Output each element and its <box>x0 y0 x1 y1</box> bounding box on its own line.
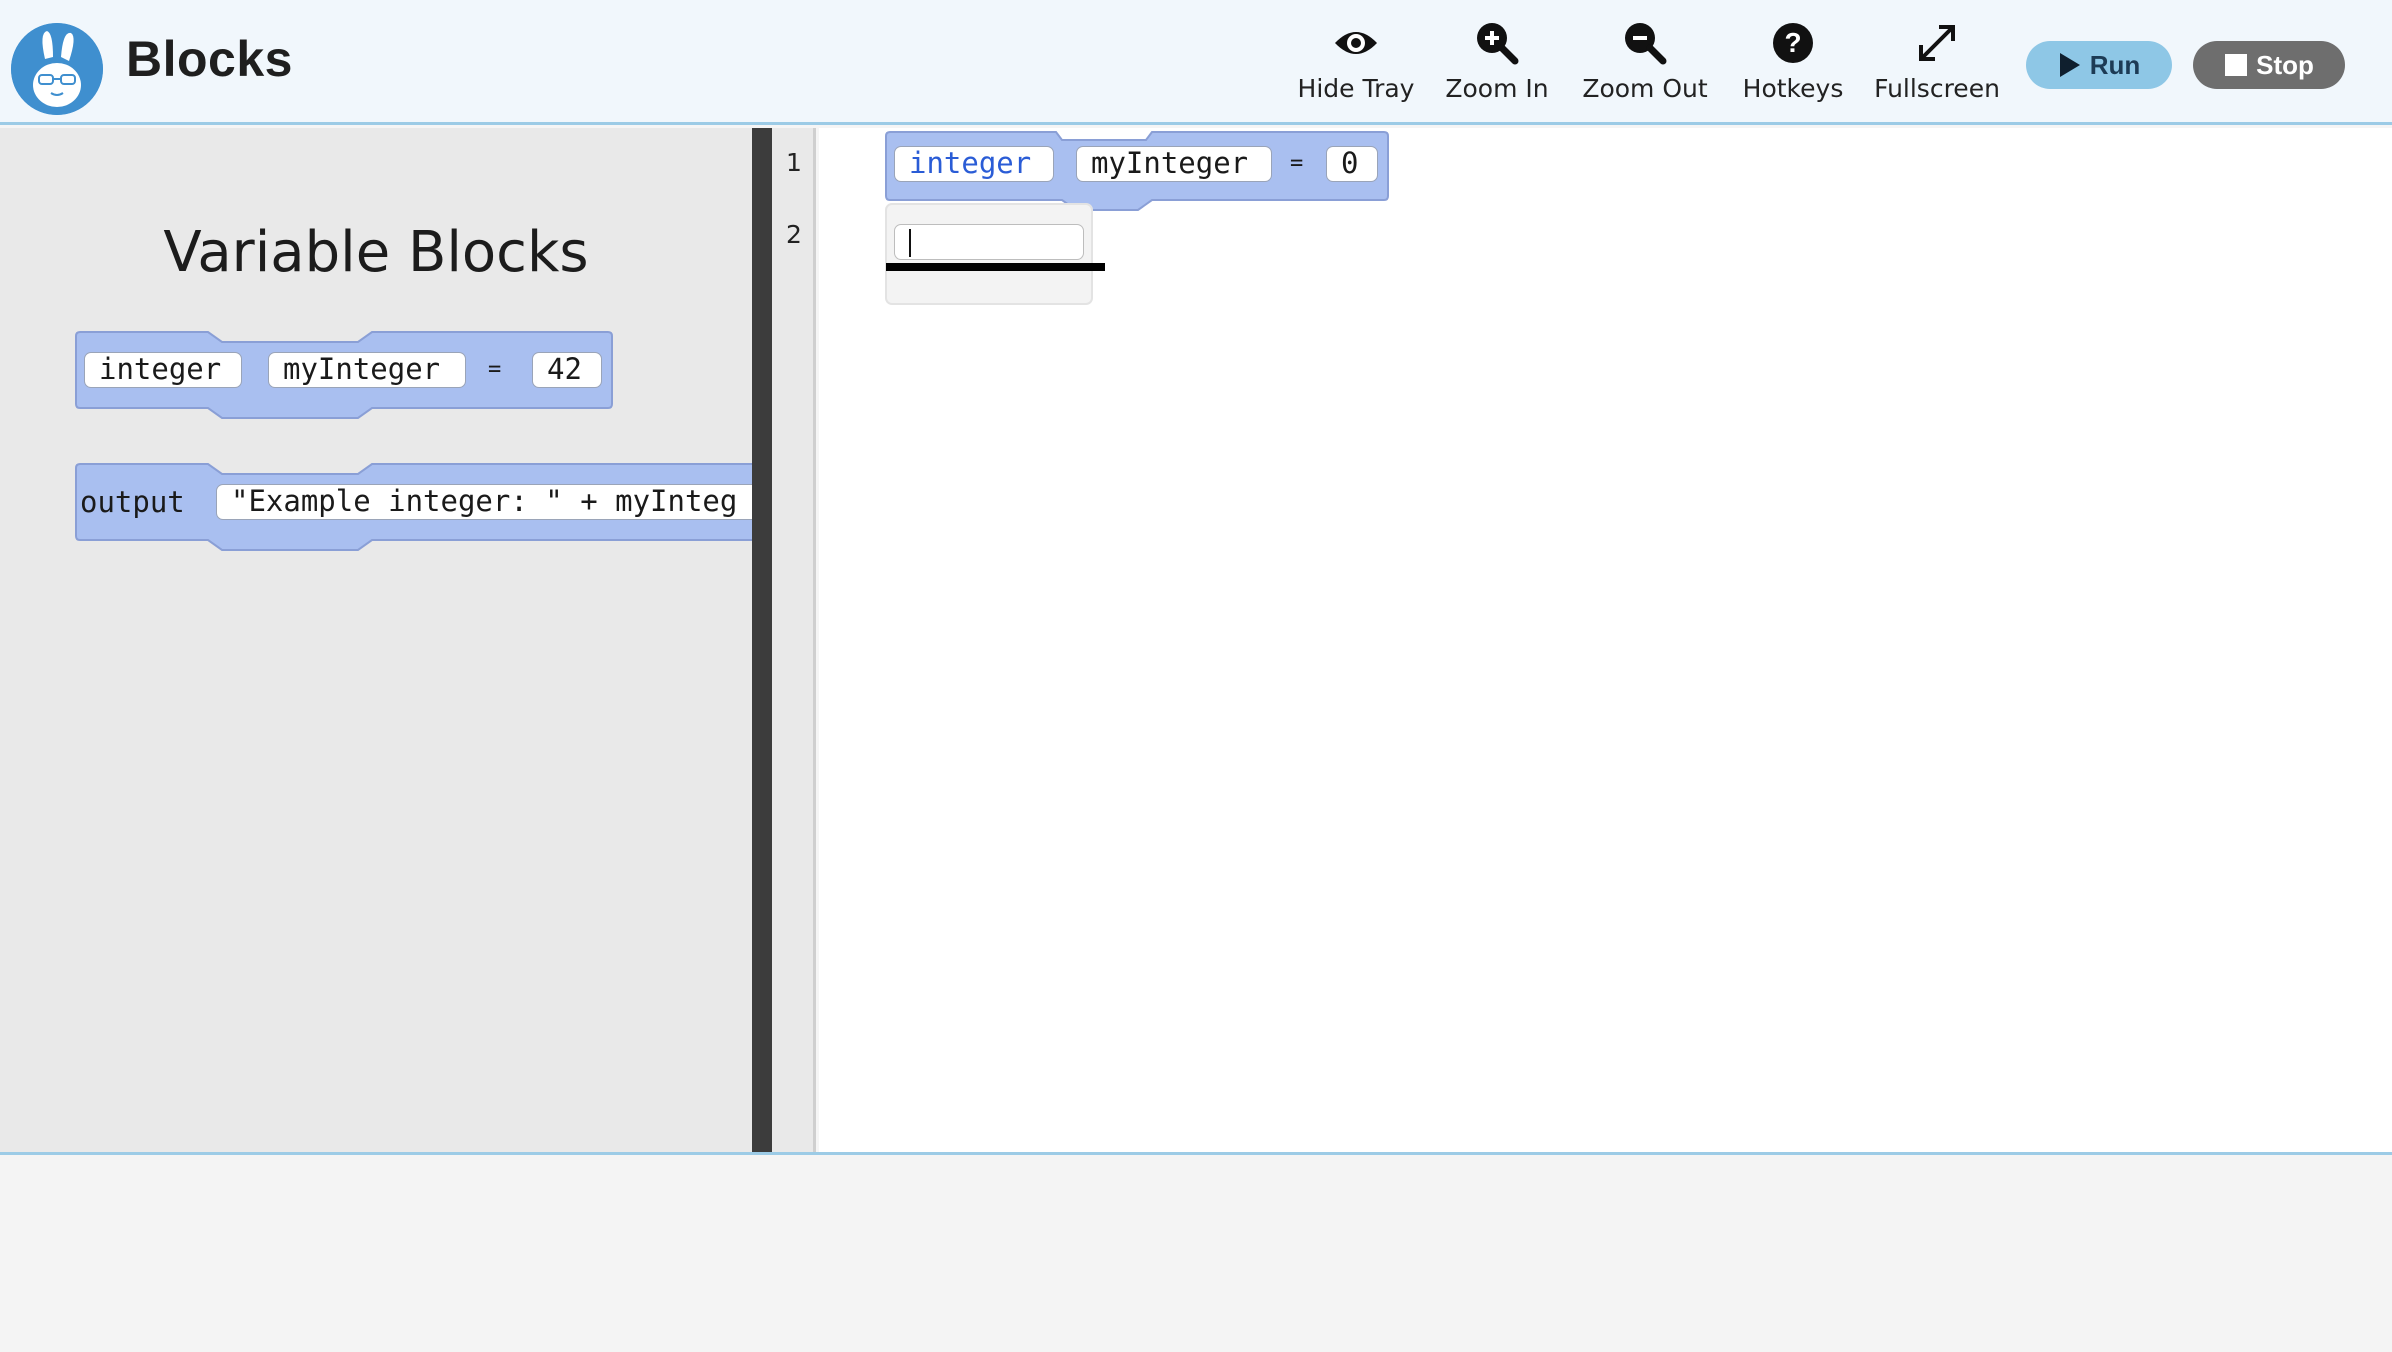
play-icon <box>2059 53 2080 77</box>
tray-type-field[interactable]: integer <box>84 352 242 388</box>
editor-name-field[interactable]: myInteger <box>1076 146 1272 182</box>
output-console[interactable] <box>0 1152 2392 1352</box>
tray-output-expression[interactable]: "Example integer: " + myInteg <box>216 484 752 520</box>
block-tray: Variable Blocks integer myInteger = 42 o… <box>0 128 752 1152</box>
editor-value-field[interactable]: 0 <box>1326 146 1378 182</box>
zoom-out-label: Zoom Out <box>1582 74 1708 103</box>
tray-value-field[interactable]: 42 <box>532 352 602 388</box>
zoom-out-button[interactable]: Zoom Out <box>1580 22 1710 112</box>
editor-integer-block[interactable]: integer myInteger = 0 <box>885 128 1390 211</box>
tray-integer-block[interactable]: integer myInteger = 42 <box>75 328 613 419</box>
expand-icon <box>1915 22 1959 64</box>
drop-indicator <box>886 263 1105 271</box>
hide-tray-label: Hide Tray <box>1297 74 1415 103</box>
tray-divider[interactable] <box>752 128 772 1152</box>
line-number: 2 <box>786 220 802 249</box>
editor-input-field[interactable] <box>894 224 1084 260</box>
svg-text:?: ? <box>1784 27 1801 58</box>
question-icon: ? <box>1771 22 1815 64</box>
line-number-gutter: 1 2 <box>772 128 816 1152</box>
stop-button[interactable]: Stop <box>2193 41 2345 89</box>
tray-equals-sign: = <box>488 357 502 382</box>
code-workspace[interactable]: integer myInteger = 0 <box>819 128 2392 1152</box>
fullscreen-label: Fullscreen <box>1874 74 2000 103</box>
tray-name-field[interactable]: myInteger <box>268 352 466 388</box>
app-title: Blocks <box>126 31 293 87</box>
run-button[interactable]: Run <box>2026 41 2172 89</box>
zoom-in-label: Zoom In <box>1445 74 1549 103</box>
stop-label: Stop <box>2256 49 2314 80</box>
tray-output-block[interactable]: output "Example integer: " + myInteg <box>75 460 752 551</box>
hotkeys-button[interactable]: ? Hotkeys <box>1738 22 1848 112</box>
text-cursor <box>909 229 911 257</box>
zoom-out-icon <box>1623 22 1667 65</box>
tray-output-keyword: output <box>80 485 185 519</box>
eye-icon <box>1333 22 1379 64</box>
run-label: Run <box>2089 49 2141 80</box>
app-header: Blocks Hide Tray Zoom In Zoom Out ? Hotk… <box>0 0 2392 125</box>
zoom-in-button[interactable]: Zoom In <box>1442 22 1552 112</box>
stop-square-icon <box>2225 54 2248 76</box>
editor-type-field[interactable]: integer <box>894 146 1054 182</box>
hide-tray-button[interactable]: Hide Tray <box>1296 22 1416 112</box>
hotkeys-label: Hotkeys <box>1742 74 1844 103</box>
editor-empty-block[interactable] <box>885 203 1093 314</box>
rabbit-logo-icon <box>11 23 103 115</box>
tray-title: Variable Blocks <box>163 220 589 285</box>
zoom-in-icon <box>1475 22 1519 65</box>
fullscreen-button[interactable]: Fullscreen <box>1872 22 2002 112</box>
editor-equals-sign: = <box>1290 151 1304 176</box>
line-number: 1 <box>786 148 802 177</box>
